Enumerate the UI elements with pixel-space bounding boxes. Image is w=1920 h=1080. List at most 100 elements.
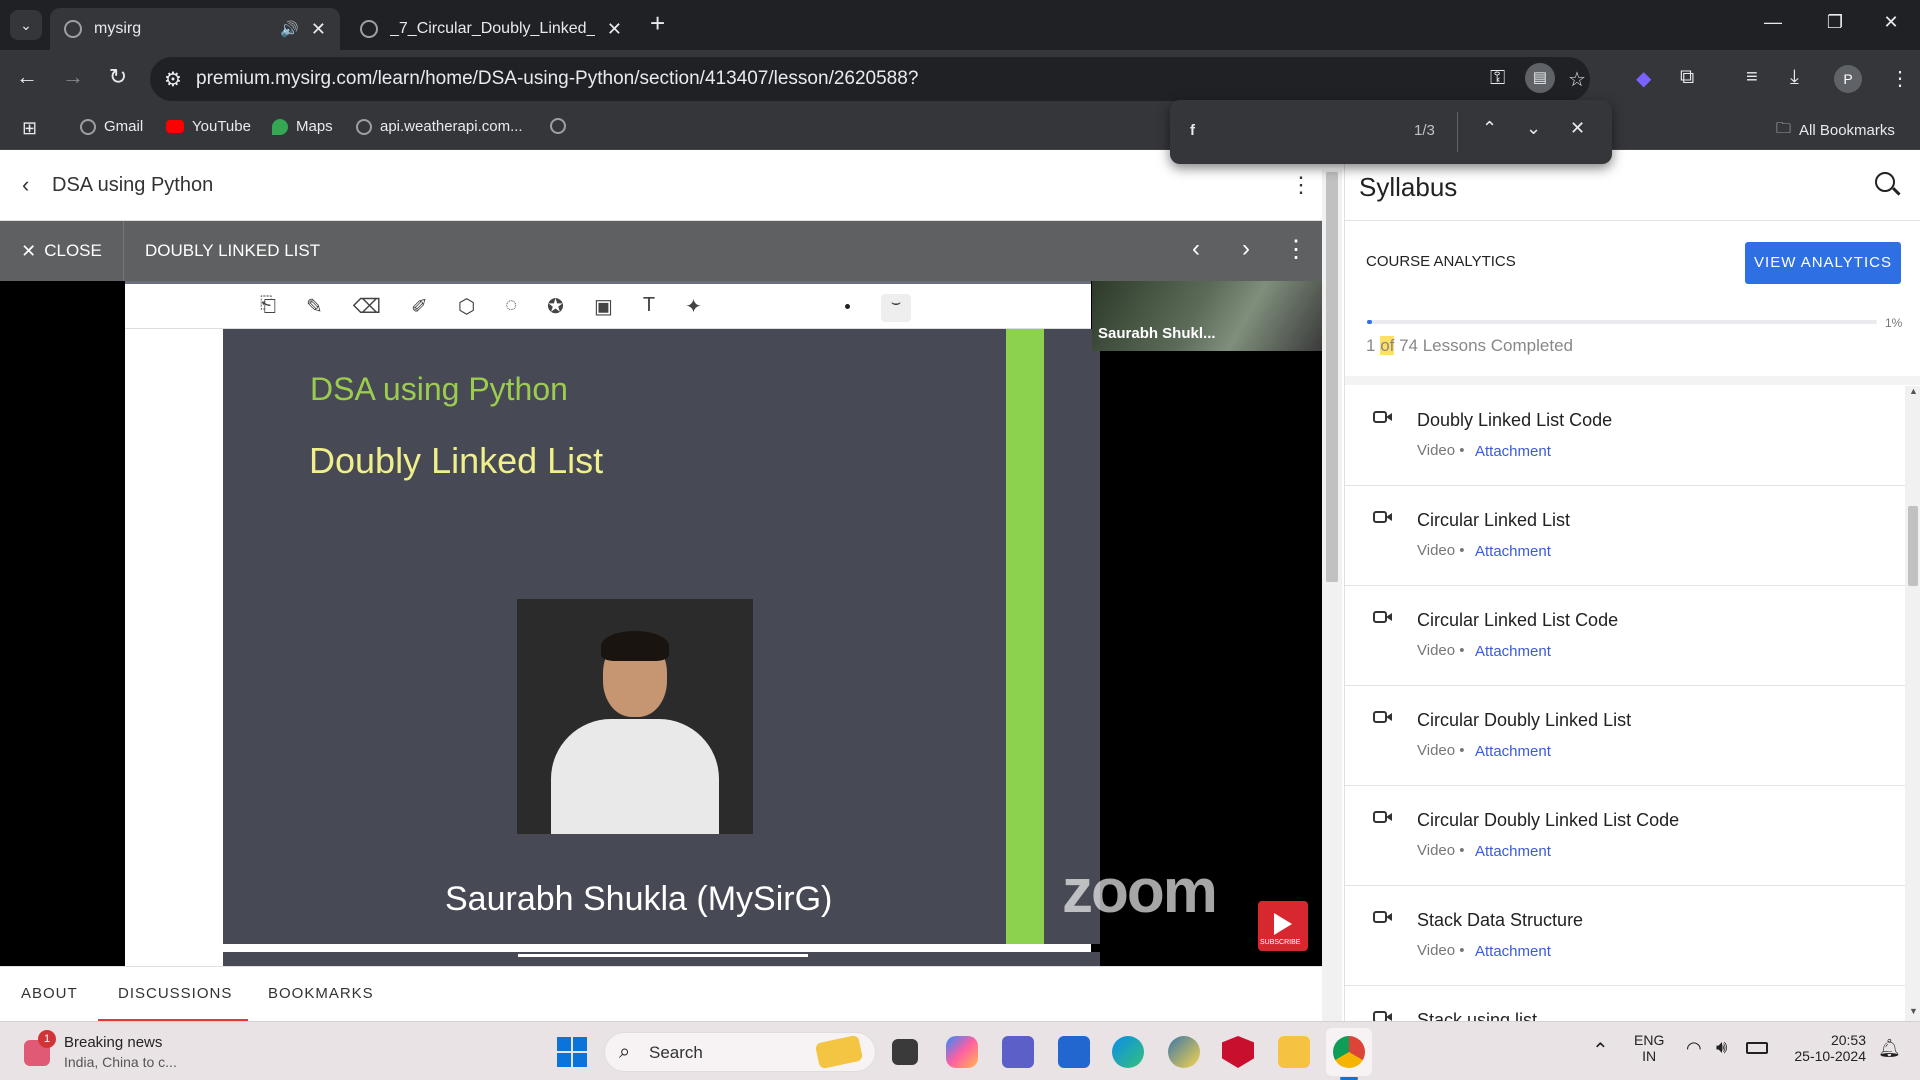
video-player[interactable]: ⎗ ✎ ⌫ ✐ ⬡ ◌ ✪ ▣ T ✦ ⌣ DSA using Python D…: [0, 281, 1322, 966]
completed-count: 1: [1366, 336, 1381, 355]
attachment-link[interactable]: Attachment: [1475, 943, 1551, 960]
lesson-item[interactable]: Doubly Linked List Code Video • Attachment: [1345, 386, 1905, 486]
scroll-down-icon[interactable]: ▼: [1909, 1006, 1918, 1016]
tab-about[interactable]: ABOUT: [21, 985, 78, 1002]
lesson-item[interactable]: Circular Linked List Code Video • Attachme…: [1345, 586, 1905, 686]
header-divider: [1345, 220, 1920, 221]
copilot-icon[interactable]: [946, 1036, 978, 1068]
speaker-icon[interactable]: 🔊: [280, 20, 299, 38]
mcafee-icon[interactable]: [1222, 1036, 1254, 1068]
youtube-icon: [166, 120, 184, 133]
attachment-link[interactable]: Attachment: [1475, 443, 1551, 460]
find-input[interactable]: f: [1190, 122, 1195, 139]
tab-circular-doubly-linked-list[interactable]: _7_Circular_Doubly_Linked_List ✕: [346, 8, 636, 50]
scroll-thumb[interactable]: [1326, 172, 1338, 582]
attachment-link[interactable]: Attachment: [1475, 543, 1551, 560]
reload-icon[interactable]: ↻: [103, 64, 133, 90]
tab-bookmarks[interactable]: BOOKMARKS: [268, 985, 374, 1002]
bookmark-label: api.weatherapi.com...: [380, 118, 523, 135]
video-camera-icon: [1373, 1010, 1393, 1021]
chrome-icon[interactable]: [1333, 1036, 1365, 1068]
bookmark-youtube[interactable]: YouTube: [166, 118, 251, 135]
next-lesson-icon[interactable]: ›: [1242, 235, 1250, 263]
lesson-menu-icon[interactable]: ⋮: [1284, 235, 1308, 264]
forward-icon[interactable]: →: [58, 64, 88, 90]
globe-icon: [356, 118, 372, 135]
language-indicator[interactable]: ENG IN: [1634, 1032, 1664, 1064]
extensions-icon[interactable]: ⧉: [1680, 66, 1694, 89]
taskbar-search[interactable]: ⌕ Search: [604, 1032, 876, 1072]
minimize-icon[interactable]: —: [1758, 12, 1788, 33]
python-icon[interactable]: [1168, 1036, 1200, 1068]
teams-icon[interactable]: [1002, 1036, 1034, 1068]
page-scrollbar[interactable]: [1322, 170, 1342, 1021]
file-explorer-icon[interactable]: [1278, 1036, 1310, 1068]
course-menu-icon[interactable]: ⋮: [1290, 172, 1312, 198]
bookmark-gmail[interactable]: Gmail: [80, 118, 143, 135]
lesson-item[interactable]: Stack Data Structure Video • Attachment: [1345, 886, 1905, 986]
profile-avatar[interactable]: P: [1834, 65, 1862, 93]
lesson-title: Circular Doubly Linked List Code: [1417, 810, 1680, 830]
lesson-item[interactable]: Circular Linked List Video • Attachment: [1345, 486, 1905, 586]
notification-bell-icon[interactable]: 🔔︎: [1878, 1038, 1901, 1059]
task-view-icon[interactable]: [892, 1039, 918, 1065]
lesson-item[interactable]: Stack using list: [1345, 986, 1905, 1021]
password-key-icon[interactable]: ⚿: [1490, 67, 1505, 90]
news-widget[interactable]: 1 Breaking news India, China to c...: [20, 1030, 200, 1074]
back-icon[interactable]: ←: [12, 64, 42, 90]
tab-discussions[interactable]: DISCUSSIONS: [118, 985, 232, 1002]
scroll-up-icon[interactable]: ▲: [1909, 386, 1918, 396]
video-camera-icon: [1373, 910, 1393, 929]
syllabus-scrollbar[interactable]: ▲ ▼: [1905, 386, 1920, 1021]
tab-search-button[interactable]: ⌄: [10, 10, 42, 40]
close-tab-icon[interactable]: ✕: [311, 19, 326, 40]
apps-grid-icon[interactable]: ⊞: [22, 118, 37, 139]
volume-icon[interactable]: 🔊︎: [1716, 1037, 1727, 1058]
wifi-icon[interactable]: ◠: [1686, 1038, 1702, 1059]
close-button[interactable]: ✕ CLOSE: [0, 221, 124, 281]
media-control-icon[interactable]: ≡: [1746, 66, 1758, 89]
download-icon[interactable]: ⤓: [1790, 66, 1799, 89]
bookmark-maps[interactable]: Maps: [272, 118, 333, 135]
new-tab-button[interactable]: +: [650, 8, 665, 39]
lesson-type: Video •: [1417, 742, 1465, 759]
attachment-link[interactable]: Attachment: [1475, 843, 1551, 860]
back-chevron-icon[interactable]: ‹: [22, 172, 29, 198]
site-info-icon[interactable]: ⚙: [164, 67, 182, 92]
close-window-icon[interactable]: ✕: [1876, 12, 1906, 33]
view-analytics-button[interactable]: VIEW ANALYTICS: [1745, 242, 1901, 284]
star-icon[interactable]: ☆: [1568, 67, 1586, 92]
restore-icon[interactable]: ❐: [1820, 12, 1850, 33]
zoom-watermark: zoom: [1062, 857, 1218, 926]
tray-chevron-icon[interactable]: ⌃: [1592, 1038, 1609, 1063]
find-close-icon[interactable]: ✕: [1570, 118, 1585, 139]
address-bar[interactable]: ⚙ premium.mysirg.com/learn/home/DSA-usin…: [150, 57, 1590, 101]
lesson-item[interactable]: Circular Doubly Linked List Code Video • A…: [1345, 786, 1905, 886]
edge-icon[interactable]: [1112, 1036, 1144, 1068]
prev-lesson-icon[interactable]: ‹: [1192, 235, 1200, 263]
course-title[interactable]: DSA using Python: [52, 174, 213, 197]
bookmark-globe[interactable]: [550, 118, 574, 134]
find-next-icon[interactable]: ⌄: [1526, 118, 1541, 139]
close-icon: ✕: [21, 240, 37, 261]
tab-strip: ⌄ mysirg 🔊 ✕ _7_Circular_Doubly_Linked_L…: [0, 0, 1920, 50]
menu-kebab-icon[interactable]: ⋮: [1890, 66, 1910, 91]
attachment-link[interactable]: Attachment: [1475, 743, 1551, 760]
page-search-icon[interactable]: ▤: [1525, 63, 1555, 93]
store-icon[interactable]: [1058, 1036, 1090, 1068]
close-tab-icon[interactable]: ✕: [607, 19, 622, 40]
all-bookmarks[interactable]: 🗀 All Bookmarks: [1776, 118, 1895, 143]
lesson-item[interactable]: Circular Doubly Linked List Video • Attach…: [1345, 686, 1905, 786]
slide-title: Doubly Linked List: [309, 440, 604, 481]
tab-mysirg[interactable]: mysirg 🔊 ✕: [50, 8, 340, 50]
find-prev-icon[interactable]: ⌃: [1482, 118, 1497, 139]
extension-drop-icon[interactable]: ◆: [1636, 66, 1651, 91]
bookmark-weatherapi[interactable]: api.weatherapi.com...: [356, 118, 523, 135]
attachment-link[interactable]: Attachment: [1475, 643, 1551, 660]
clock[interactable]: 20:53 25-10-2024: [1786, 1032, 1866, 1064]
text-icon: T: [642, 294, 656, 316]
thumbnail-video: Saurabh Shukl...: [1092, 281, 1322, 351]
start-icon[interactable]: [557, 1037, 587, 1067]
scroll-thumb[interactable]: [1908, 506, 1918, 586]
battery-icon[interactable]: [1746, 1042, 1768, 1054]
